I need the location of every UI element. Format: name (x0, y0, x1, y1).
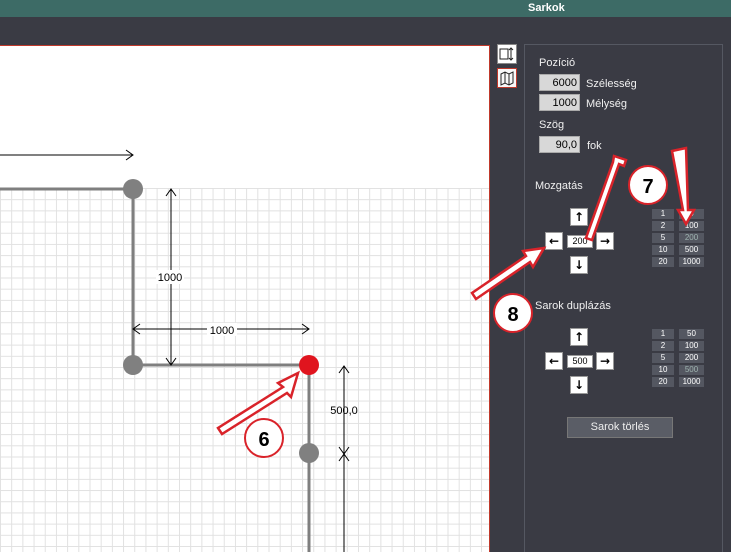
move-step-right-chip[interactable]: 200 (679, 233, 704, 243)
corner-point[interactable] (299, 443, 319, 463)
resize-icon[interactable] (497, 44, 517, 64)
move-up-button[interactable]: ↑ (570, 208, 588, 226)
move-step-right-chip[interactable]: 0 (679, 209, 704, 219)
depth-field[interactable]: 1000 (539, 94, 580, 111)
floorplan-svg: 1000 1000 500,0 (0, 149, 358, 552)
duplicate-step-right-chip[interactable]: 500 (679, 365, 704, 375)
move-step-right-chip[interactable]: 500 (679, 245, 704, 255)
duplicate-up-button[interactable]: ↑ (570, 328, 588, 346)
side-icon-bar (497, 44, 519, 92)
duplicate-right-button[interactable]: → (596, 352, 614, 370)
corner-point[interactable] (123, 179, 143, 199)
duplicate-down-button[interactable]: ↓ (570, 376, 588, 394)
selected-corner-point[interactable] (299, 355, 319, 375)
map-icon[interactable] (497, 68, 517, 88)
move-right-button[interactable]: → (596, 232, 614, 250)
move-step-left-chip[interactable]: 2 (652, 221, 674, 231)
move-step-right-chip[interactable]: 100 (679, 221, 704, 231)
duplicate-step-right-chip[interactable]: 200 (679, 353, 704, 363)
duplicate-step-left-chip[interactable]: 10 (652, 365, 674, 375)
duplicate-left-button[interactable]: ← (545, 352, 563, 370)
duplicate-step-right-chip[interactable]: 100 (679, 341, 704, 351)
duplicate-step-left-chip[interactable]: 2 (652, 341, 674, 351)
move-heading: Mozgatás (535, 180, 583, 192)
move-step-left-chip[interactable]: 20 (652, 257, 674, 267)
duplicate-step-left-chip[interactable]: 20 (652, 377, 674, 387)
move-step-left-chip[interactable]: 1 (652, 209, 674, 219)
angle-field[interactable]: 90,0 (539, 136, 580, 153)
wall-outline (0, 187, 311, 552)
vertical-dimension-label: 1000 (158, 272, 182, 284)
angle-unit: fok (587, 140, 602, 152)
duplicate-heading: Sarok duplázás (535, 300, 611, 312)
horizontal-dimension-label: 1000 (210, 325, 234, 337)
move-down-button[interactable]: ↓ (570, 256, 588, 274)
move-step-input[interactable]: 200 (567, 235, 593, 248)
move-step-left-chip[interactable]: 10 (652, 245, 674, 255)
toolbar (0, 17, 731, 45)
duplicate-step-input[interactable]: 500 (567, 355, 593, 368)
angle-heading: Szög (539, 119, 565, 131)
duplicate-step-right-chip[interactable]: 1000 (679, 377, 704, 387)
move-step-right-chip[interactable]: 1000 (679, 257, 704, 267)
duplicate-step-left-chip[interactable]: 1 (652, 329, 674, 339)
duplicate-step-left-chip[interactable]: 5 (652, 353, 674, 363)
move-step-left-chip[interactable]: 5 (652, 233, 674, 243)
width-field[interactable]: 6000 (539, 74, 580, 91)
window-title: Sarkok (528, 2, 565, 14)
position-heading: Pozíció (539, 57, 576, 69)
drawing-canvas[interactable]: 1000 1000 500,0 (0, 45, 490, 552)
width-label: Szélesség (586, 78, 637, 90)
move-left-button[interactable]: ← (545, 232, 563, 250)
annotation-number-8: 8 (507, 304, 518, 326)
resize-icon-glyph (499, 47, 514, 61)
side-dimension-label: 500,0 (330, 405, 358, 417)
map-icon-glyph (500, 71, 514, 86)
duplicate-step-right-chip[interactable]: 50 (679, 329, 704, 339)
title-bar: Sarkok (0, 0, 731, 17)
depth-label: Mélység (586, 98, 627, 110)
corner-point[interactable] (123, 355, 143, 375)
delete-corner-button[interactable]: Sarok törlés (567, 417, 673, 438)
